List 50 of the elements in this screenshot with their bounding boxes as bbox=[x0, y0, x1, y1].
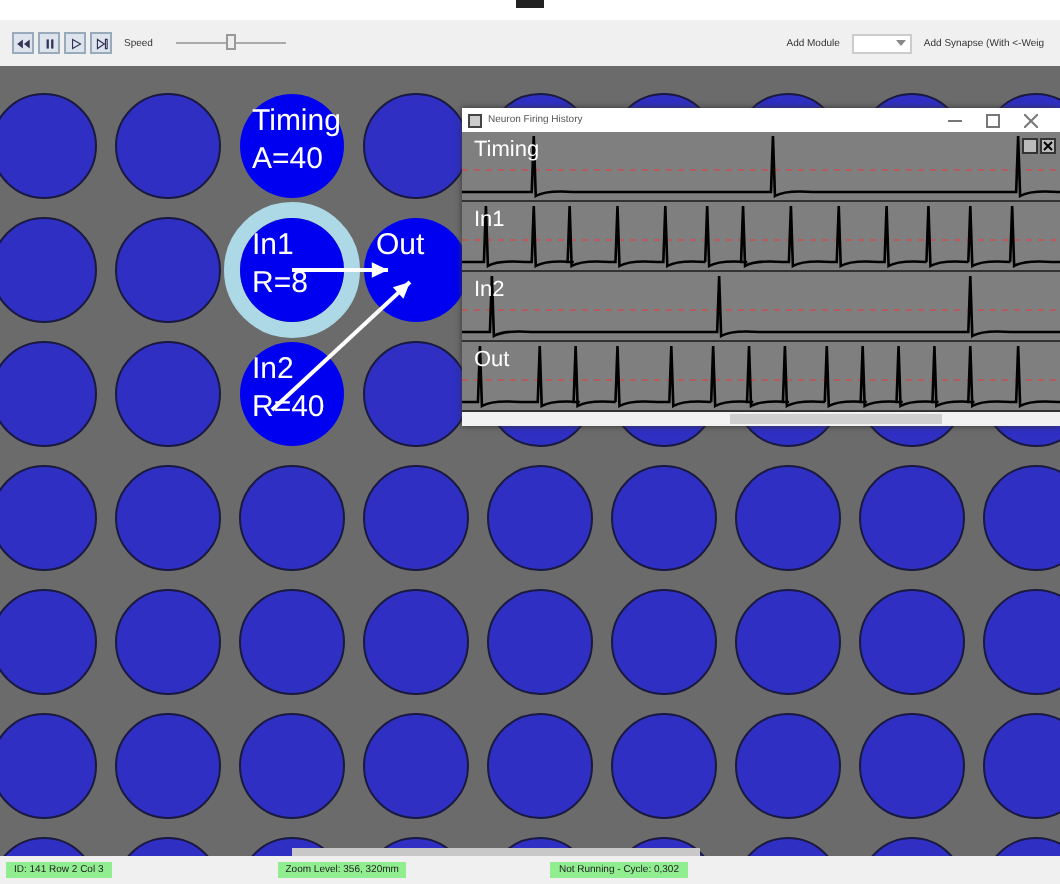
neuron-circle bbox=[735, 713, 841, 819]
neuron-circle bbox=[363, 713, 469, 819]
neuron-circle bbox=[859, 465, 965, 571]
play-button[interactable] bbox=[64, 32, 86, 54]
horizontal-scrollbar[interactable] bbox=[462, 412, 1060, 426]
neuron-circle bbox=[115, 93, 221, 199]
neuron-circle bbox=[735, 589, 841, 695]
neuron-circle bbox=[363, 589, 469, 695]
neuron-circle bbox=[239, 465, 345, 571]
neuron-circle bbox=[611, 589, 717, 695]
neuron-name: In2 bbox=[252, 350, 294, 388]
neuron-circle bbox=[239, 589, 345, 695]
neuron-circle bbox=[735, 465, 841, 571]
neuron-circle bbox=[115, 341, 221, 447]
restore-icon[interactable] bbox=[1022, 138, 1038, 154]
rewind-icon bbox=[15, 35, 31, 51]
scrollbar-thumb[interactable] bbox=[730, 414, 942, 424]
neuron-circle bbox=[363, 465, 469, 571]
neuron-circle bbox=[611, 465, 717, 571]
neuron-circle bbox=[115, 713, 221, 819]
neuron-circle bbox=[240, 218, 344, 322]
app-icon bbox=[468, 113, 482, 127]
neuron-circle bbox=[611, 713, 717, 819]
window-grip bbox=[516, 0, 544, 8]
neuron-name: Timing bbox=[252, 102, 341, 140]
pause-icon bbox=[41, 35, 57, 51]
neuron-circle bbox=[859, 589, 965, 695]
neuron-circle bbox=[239, 713, 345, 819]
neuron-name: In1 bbox=[252, 226, 294, 264]
neuron-circle bbox=[487, 465, 593, 571]
neuron-circle bbox=[487, 589, 593, 695]
rewind-button[interactable] bbox=[12, 32, 34, 54]
neuron-circle bbox=[487, 713, 593, 819]
step-button[interactable] bbox=[90, 32, 112, 54]
neuron-circle bbox=[115, 217, 221, 323]
neuron-name: Out bbox=[376, 226, 425, 264]
neuron-parameter: R=8 bbox=[252, 264, 308, 302]
pause-button[interactable] bbox=[38, 32, 60, 54]
maximize-icon[interactable] bbox=[986, 113, 1000, 127]
neuron-circle bbox=[115, 465, 221, 571]
neuron-parameter: R=40 bbox=[252, 388, 325, 426]
caret-icon bbox=[895, 40, 906, 46]
horizontal-scrollbar[interactable] bbox=[292, 848, 700, 856]
close-icon[interactable] bbox=[1040, 138, 1056, 154]
play-icon bbox=[67, 35, 83, 51]
neuron-parameter: A=40 bbox=[252, 140, 323, 178]
step-icon bbox=[93, 35, 109, 51]
neuron-circle bbox=[859, 713, 965, 819]
add-module-dropdown[interactable] bbox=[851, 33, 912, 53]
neuron-circle bbox=[115, 589, 221, 695]
